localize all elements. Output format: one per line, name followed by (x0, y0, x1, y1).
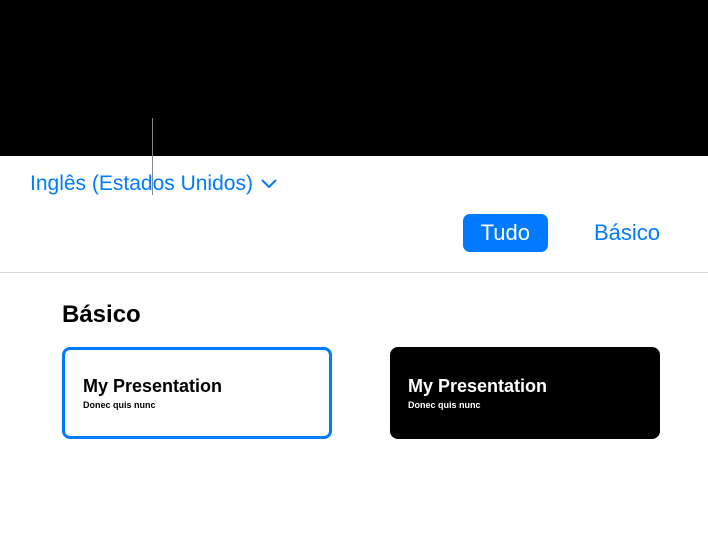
filter-basic-label: Básico (594, 220, 660, 245)
chevron-down-icon (261, 179, 277, 189)
content-area: Básico My Presentation Donec quis nunc M… (0, 273, 708, 439)
filter-all-button[interactable]: Tudo (463, 214, 548, 252)
template-title: My Presentation (83, 376, 311, 398)
filter-basic-button[interactable]: Básico (576, 214, 678, 252)
template-title: My Presentation (408, 376, 642, 398)
template-black-basic[interactable]: My Presentation Donec quis nunc (390, 347, 660, 439)
callout-indicator-line (152, 118, 153, 195)
filter-row: Tudo Básico (30, 204, 678, 272)
language-selector-label: Inglês (Estados Unidos) (30, 172, 253, 196)
template-subtitle: Donec quis nunc (83, 400, 311, 410)
top-black-region (0, 0, 708, 156)
header-bar: Inglês (Estados Unidos) Tudo Básico (0, 156, 708, 273)
section-heading: Básico (62, 301, 676, 329)
language-selector[interactable]: Inglês (Estados Unidos) (30, 156, 277, 204)
templates-row: My Presentation Donec quis nunc My Prese… (62, 347, 676, 439)
template-subtitle: Donec quis nunc (408, 400, 642, 410)
filter-all-label: Tudo (481, 220, 530, 245)
template-white-basic[interactable]: My Presentation Donec quis nunc (62, 347, 332, 439)
